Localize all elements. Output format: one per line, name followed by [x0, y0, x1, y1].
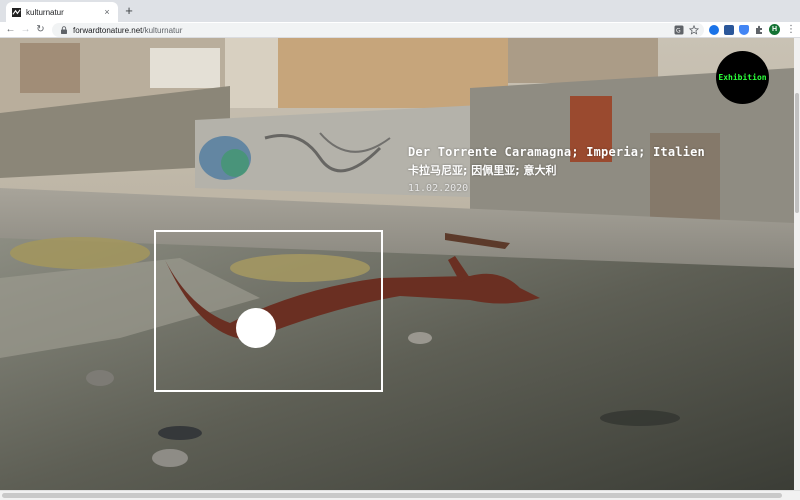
reload-button[interactable]: ↻ — [34, 23, 47, 36]
back-button[interactable]: ← — [4, 23, 17, 36]
tab-strip: kulturnatur × + — [0, 0, 800, 22]
vertical-scroll-thumb[interactable] — [795, 93, 799, 213]
photo-caption: Der Torrente Caramagna; Imperia; Italien… — [408, 145, 705, 194]
extension-blue-icon[interactable] — [709, 25, 719, 35]
caption-title: Der Torrente Caramagna; Imperia; Italien — [408, 145, 705, 159]
puzzle-icon[interactable] — [754, 25, 764, 35]
translate-icon[interactable]: G — [674, 25, 684, 35]
lock-icon[interactable] — [60, 26, 68, 34]
address-bar[interactable]: forwardtonature.net/kulturnatur — [52, 23, 704, 37]
site-favicon-icon — [12, 7, 21, 17]
vertical-scrollbar[interactable] — [794, 38, 800, 490]
browser-toolbar: ← → ↻ forwardtonature.net/kulturnatur G … — [0, 22, 800, 38]
star-icon[interactable] — [689, 25, 699, 35]
extension-word-icon[interactable] — [724, 25, 734, 35]
menu-icon[interactable]: ⋮ — [786, 24, 796, 36]
horizontal-scrollbar[interactable] — [0, 490, 800, 500]
forward-button[interactable]: → — [19, 23, 32, 36]
svg-text:G: G — [676, 28, 681, 35]
tab-close-icon[interactable]: × — [102, 7, 112, 17]
profile-avatar[interactable]: H — [769, 24, 780, 35]
focus-frame — [154, 230, 383, 392]
focus-dot[interactable] — [236, 308, 276, 348]
url-path: /kulturnatur — [142, 25, 183, 35]
page-viewport: Der Torrente Caramagna; Imperia; Italien… — [0, 38, 800, 490]
background-photo — [0, 38, 794, 490]
horizontal-scroll-thumb[interactable] — [2, 493, 782, 498]
extension-shield-icon[interactable] — [739, 25, 749, 35]
tab-kulturnatur[interactable]: kulturnatur × — [6, 2, 118, 22]
url-host: forwardtonature.net — [73, 25, 143, 35]
tab-title: kulturnatur — [26, 7, 64, 17]
new-tab-button[interactable]: + — [123, 4, 135, 17]
exhibition-button[interactable]: Exhibition — [716, 51, 769, 104]
caption-date: 11.02.2020 — [408, 183, 469, 194]
caption-subtitle: 卡拉马尼亚; 因佩里亚; 意大利 — [408, 164, 557, 177]
